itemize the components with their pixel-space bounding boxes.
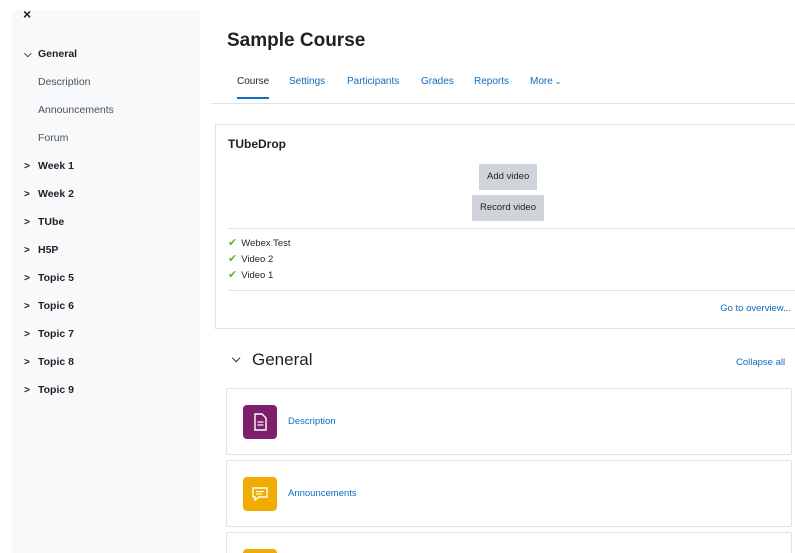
page-root: × ⌵ General Description Announcements For…: [0, 0, 795, 553]
sidebar-item-forum[interactable]: Forum: [38, 128, 68, 148]
video-name: Video 1: [241, 270, 274, 281]
sidebar-item-label: Week 2: [38, 188, 74, 200]
forum-icon: [243, 477, 277, 511]
chevron-down-icon: ⌵: [232, 353, 241, 365]
chevron-right-icon: >: [24, 301, 30, 312]
sidebar-item-label: Topic 7: [38, 328, 74, 340]
divider: [228, 228, 795, 229]
sidebar-item-label: Topic 6: [38, 300, 74, 312]
sidebar-item-topic-5[interactable]: > Topic 5: [24, 268, 74, 288]
tubedrop-block: TUbeDrop Add video Record video ✔ Webex T…: [215, 124, 795, 329]
forum-icon: [243, 549, 277, 553]
sidebar-item-description[interactable]: Description: [38, 72, 91, 92]
video-name: Webex Test: [241, 238, 291, 249]
activity-link[interactable]: Announcements: [288, 488, 357, 499]
activity-description[interactable]: Description: [226, 388, 792, 455]
check-icon: ✔: [228, 253, 238, 265]
tab-settings[interactable]: Settings: [289, 76, 325, 97]
chevron-right-icon: >: [24, 245, 30, 256]
video-list-item[interactable]: ✔ Video 2: [228, 251, 273, 267]
tab-course[interactable]: Course: [237, 76, 270, 99]
sidebar-item-topic-6[interactable]: > Topic 6: [24, 296, 74, 316]
chevron-right-icon: >: [24, 357, 30, 368]
tab-more[interactable]: More ⌄: [530, 76, 562, 97]
add-video-button[interactable]: Add video: [479, 164, 538, 190]
go-to-overview-link[interactable]: Go to overview...: [720, 303, 791, 314]
activity-link[interactable]: Description: [288, 416, 336, 427]
check-icon: ✔: [228, 237, 238, 249]
close-drawer-icon[interactable]: ×: [23, 6, 31, 22]
sidebar-item-h5p[interactable]: > H5P: [24, 240, 58, 260]
section-header-general[interactable]: ⌵ General: [232, 350, 312, 370]
page-title: Sample Course: [227, 30, 366, 51]
record-video-button[interactable]: Record video: [472, 195, 544, 221]
sidebar-item-tube[interactable]: > TUbe: [24, 212, 64, 232]
chevron-right-icon: >: [24, 329, 30, 340]
sidebar-item-week-2[interactable]: > Week 2: [24, 184, 74, 204]
sidebar-item-general[interactable]: ⌵ General: [24, 44, 77, 64]
tab-more-label: More: [530, 76, 553, 87]
sidebar-item-label: Topic 9: [38, 384, 74, 396]
section-title: General: [252, 350, 313, 369]
chevron-right-icon: >: [24, 161, 30, 172]
sidebar-item-label: General: [38, 48, 78, 60]
activity-forum[interactable]: [226, 532, 792, 553]
activity-announcements[interactable]: Announcements: [226, 460, 792, 527]
chevron-right-icon: >: [24, 189, 30, 200]
video-list-item[interactable]: ✔ Video 1: [228, 267, 273, 283]
tab-grades[interactable]: Grades: [421, 76, 454, 97]
sidebar-item-label: Description: [38, 76, 91, 88]
sidebar-item-label: H5P: [38, 244, 59, 256]
sidebar-item-label: Forum: [38, 132, 69, 144]
check-icon: ✔: [228, 269, 238, 281]
page-icon: [243, 405, 277, 439]
secondary-navigation: Course Settings Participants Grades Repo…: [211, 70, 795, 104]
chevron-right-icon: >: [24, 273, 30, 284]
sidebar-item-topic-7[interactable]: > Topic 7: [24, 324, 74, 344]
block-title: TUbeDrop: [228, 137, 286, 151]
tab-reports[interactable]: Reports: [474, 76, 509, 97]
sidebar-item-label: TUbe: [38, 216, 65, 228]
sidebar-item-label: Topic 8: [38, 356, 74, 368]
sidebar-item-topic-9[interactable]: > Topic 9: [24, 380, 74, 400]
tab-participants[interactable]: Participants: [347, 76, 399, 97]
sidebar-item-label: Week 1: [38, 160, 74, 172]
sidebar-item-topic-8[interactable]: > Topic 8: [24, 352, 74, 372]
chevron-down-icon: ⌄: [554, 77, 562, 86]
chevron-right-icon: >: [24, 385, 30, 396]
divider: [228, 290, 795, 291]
chevron-right-icon: >: [24, 217, 30, 228]
sidebar-item-week-1[interactable]: > Week 1: [24, 156, 74, 176]
sidebar-item-announcements[interactable]: Announcements: [38, 100, 114, 120]
course-index-drawer: × ⌵ General Description Announcements For…: [12, 6, 200, 553]
sidebar-item-label: Announcements: [38, 104, 114, 116]
chevron-down-icon: ⌵: [24, 49, 32, 60]
video-list-item[interactable]: ✔ Webex Test: [228, 235, 291, 251]
collapse-all-link[interactable]: Collapse all: [736, 357, 785, 368]
video-name: Video 2: [241, 254, 274, 265]
sidebar-item-label: Topic 5: [38, 272, 74, 284]
